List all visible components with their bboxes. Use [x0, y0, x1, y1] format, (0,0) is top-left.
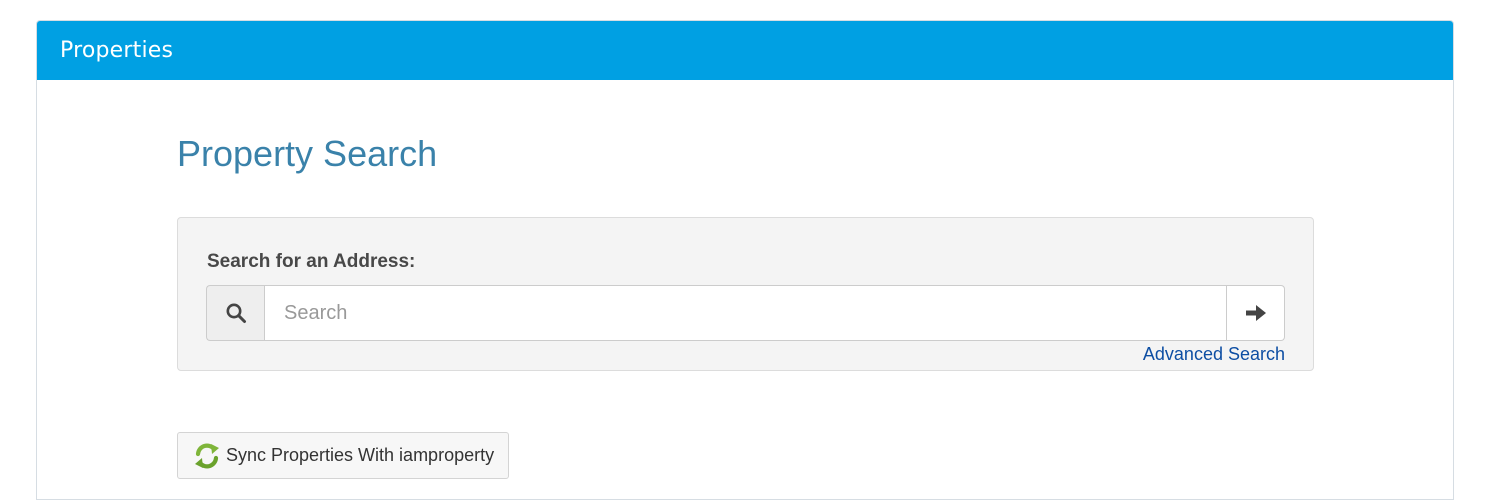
search-label: Search for an Address:: [207, 251, 416, 272]
search-addon: [206, 285, 264, 341]
search-well: Search for an Address: Advanced Search: [177, 217, 1314, 371]
properties-panel: Properties Property Search Search for an…: [36, 20, 1454, 500]
panel-title: Properties: [60, 38, 174, 63]
page-title: Property Search: [177, 133, 438, 174]
panel-header: Properties: [37, 21, 1453, 80]
sync-button-label: Sync Properties With iamproperty: [226, 445, 495, 465]
arrow-right-icon: [1245, 305, 1266, 321]
search-input-group: [206, 285, 1285, 341]
sync-icon: [195, 443, 219, 468]
sync-properties-button[interactable]: Sync Properties With iamproperty: [177, 432, 509, 479]
search-icon: [226, 303, 246, 323]
search-submit-button[interactable]: [1227, 285, 1285, 341]
search-input[interactable]: [264, 285, 1227, 341]
advanced-search-link[interactable]: Advanced Search: [1143, 344, 1285, 365]
